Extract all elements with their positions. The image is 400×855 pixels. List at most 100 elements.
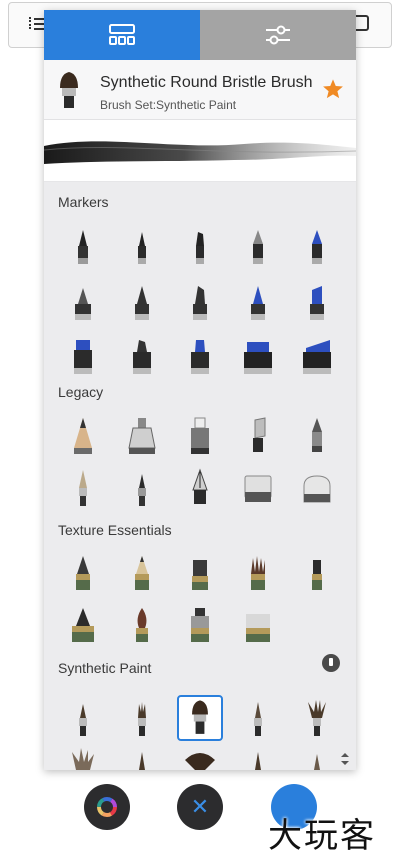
paintbrush-icon — [137, 474, 146, 506]
marker-icon — [134, 286, 149, 320]
brush-item[interactable] — [54, 744, 112, 770]
brush-item[interactable] — [112, 602, 170, 650]
brush-item[interactable] — [229, 550, 287, 598]
marker-icon — [75, 288, 92, 320]
brush-item[interactable] — [54, 602, 112, 650]
pen-nib-icon — [311, 230, 322, 264]
markers-row-3 — [54, 332, 346, 380]
broad-marker-icon — [244, 342, 273, 374]
soft-eraser-icon — [303, 475, 331, 503]
pin-icon[interactable] — [322, 654, 340, 672]
texture-brush-icon — [72, 608, 95, 642]
close-icon: ✕ — [190, 794, 210, 820]
brush-library: Markers Legacy Texture Essentials Synthe… — [44, 182, 356, 770]
brush-item-selected[interactable] — [171, 694, 229, 742]
marker-icon — [192, 286, 207, 320]
star-icon[interactable] — [322, 78, 344, 100]
brush-item[interactable] — [171, 550, 229, 598]
texture-block-icon — [246, 614, 271, 642]
pen-icon — [311, 418, 322, 452]
brush-item[interactable] — [54, 550, 112, 598]
brush-item[interactable] — [112, 550, 170, 598]
brush-item[interactable] — [288, 550, 346, 598]
broad-marker-icon — [302, 340, 331, 374]
block-eraser-icon — [244, 475, 272, 502]
brush-item[interactable] — [112, 694, 170, 742]
resize-handle-icon[interactable] — [338, 752, 352, 766]
current-brush-header[interactable]: Synthetic Round Bristle Brush Brush Set:… — [44, 60, 356, 120]
brush-item[interactable] — [171, 464, 229, 512]
synthetic-brush-icon — [79, 704, 88, 736]
brush-item[interactable] — [112, 744, 170, 770]
brush-item[interactable] — [171, 278, 229, 326]
brush-item[interactable] — [229, 744, 287, 770]
bristle-brush-icon — [72, 748, 95, 770]
marker-icon — [195, 232, 204, 264]
brush-item[interactable] — [171, 602, 229, 650]
pencil-icon — [74, 418, 93, 454]
brush-item[interactable] — [171, 412, 229, 460]
tab-brushes[interactable] — [44, 10, 200, 60]
stroke-preview — [44, 120, 356, 182]
brush-item[interactable] — [171, 224, 229, 272]
brush-item[interactable] — [171, 332, 229, 380]
brush-item[interactable] — [229, 602, 287, 650]
airbrush-icon — [127, 418, 156, 454]
chisel-marker-icon — [190, 340, 209, 374]
brush-item[interactable] — [54, 412, 112, 460]
marker-icon — [78, 230, 89, 264]
texture-bristle-icon — [251, 556, 266, 590]
brush-item[interactable] — [229, 412, 287, 460]
brush-item[interactable] — [229, 332, 287, 380]
color-picker-button[interactable] — [84, 784, 130, 830]
synthetic-row-2 — [54, 744, 346, 770]
texture-row-1 — [54, 550, 346, 598]
brush-item[interactable] — [288, 332, 346, 380]
brush-item[interactable] — [288, 224, 346, 272]
synthetic-brush-icon — [138, 752, 145, 770]
fan-brush-icon — [184, 753, 215, 770]
tab-brush-settings[interactable] — [200, 10, 356, 60]
brush-item[interactable] — [54, 332, 112, 380]
fan-bristle-brush-icon — [307, 700, 326, 736]
color-wheel-icon — [97, 797, 117, 817]
texture-brush-icon — [135, 608, 148, 642]
brush-item[interactable] — [112, 332, 170, 380]
brush-item[interactable] — [171, 744, 229, 770]
texture-brush-icon — [190, 608, 209, 642]
section-title-legacy: Legacy — [58, 384, 104, 400]
brush-item[interactable] — [112, 278, 170, 326]
brush-item[interactable] — [229, 224, 287, 272]
brush-item[interactable] — [229, 464, 287, 512]
brush-item[interactable] — [112, 412, 170, 460]
paintbrush-icon — [79, 470, 88, 506]
brush-item[interactable] — [229, 694, 287, 742]
brush-item[interactable] — [288, 278, 346, 326]
round-brush-icon — [60, 72, 78, 108]
brush-item[interactable] — [288, 694, 346, 742]
chisel-marker-icon — [74, 340, 93, 374]
brush-item[interactable] — [54, 224, 112, 272]
marker-icon — [309, 286, 324, 320]
brush-item[interactable] — [288, 464, 346, 512]
brush-item[interactable] — [54, 694, 112, 742]
round-bristle-brush-icon — [192, 700, 208, 734]
texture-pencil-icon — [134, 556, 149, 590]
brush-item[interactable] — [229, 278, 287, 326]
ink-pen-icon — [192, 468, 208, 504]
markers-row-1 — [54, 224, 346, 272]
eraser-icon — [253, 417, 266, 452]
brush-item[interactable] — [112, 464, 170, 512]
marker-icon — [137, 232, 146, 264]
marker-icon — [251, 286, 266, 320]
close-button[interactable]: ✕ — [177, 784, 223, 830]
brush-library-panel: Synthetic Round Bristle Brush Brush Set:… — [44, 10, 356, 770]
brush-item[interactable] — [288, 412, 346, 460]
section-title-texture-essentials: Texture Essentials — [58, 522, 172, 538]
brush-item[interactable] — [54, 464, 112, 512]
brush-item[interactable] — [54, 278, 112, 326]
brush-set-label: Brush Set:Synthetic Paint — [100, 98, 237, 112]
watermark: 大玩客 — [268, 816, 376, 855]
brush-item[interactable] — [112, 224, 170, 272]
texture-row-2 — [54, 602, 346, 650]
